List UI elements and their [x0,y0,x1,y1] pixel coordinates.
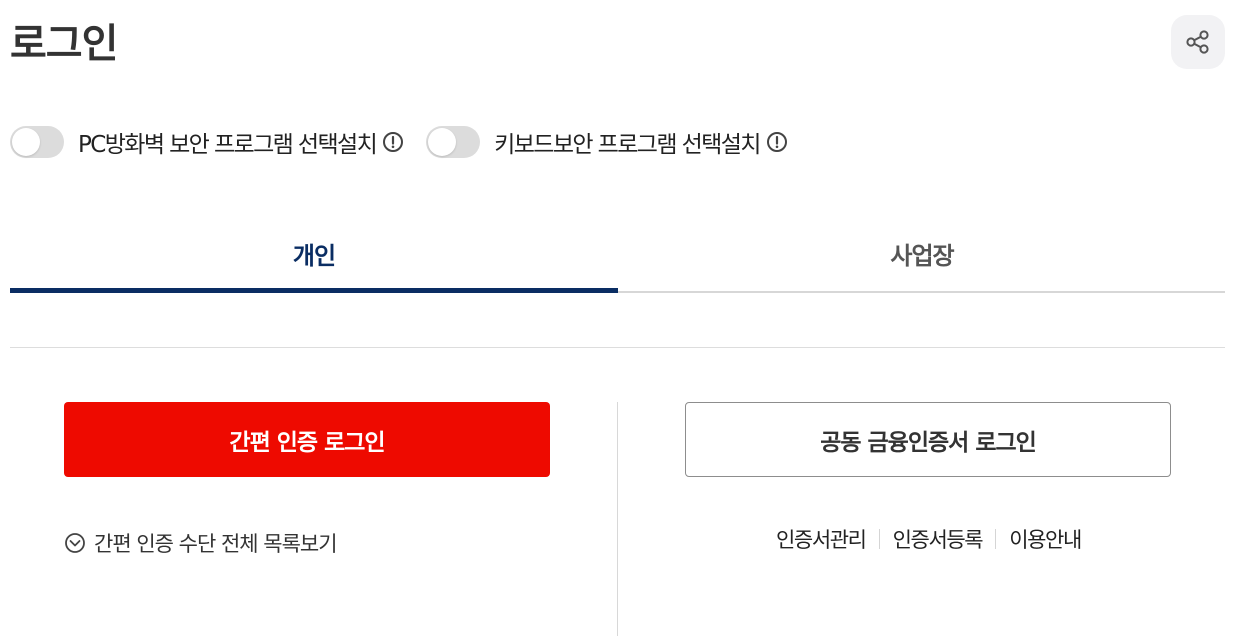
toggle-knob [12,128,40,156]
keyboard-security-group: 키보드보안 프로그램 선택설치 [426,125,788,159]
view-all-label: 간편 인증 수단 전체 목록보기 [94,532,338,556]
view-all-auth-methods-link[interactable]: 간편 인증 수단 전체 목록보기 [64,528,338,558]
share-button[interactable] [1171,15,1225,69]
simple-auth-login-button[interactable]: 간편 인증 로그인 [64,402,550,477]
keyboard-security-toggle[interactable] [426,126,481,158]
vertical-divider [617,402,618,636]
cert-register-link[interactable]: 인증서등록 [893,524,984,554]
tab-underline [618,291,1225,293]
page-title: 로그인 [10,21,118,67]
security-options: PC방화벽 보안 프로그램 선택설치 키보드보안 프로그램 선택설치 [10,124,788,160]
chevron-down-circle-icon [65,533,85,553]
firewall-label: PC방화벽 보안 프로그램 선택설치 [78,132,378,158]
toggle-knob [428,128,457,156]
login-type-tabs: 개인 사업장 [10,222,1225,294]
tab-business[interactable]: 사업장 [618,222,1226,294]
tab-personal[interactable]: 개인 [10,222,618,294]
active-tab-indicator [10,288,618,293]
separator [995,529,997,549]
certificate-links: 인증서관리 인증서등록 이용안내 [776,524,1082,554]
separator [878,529,880,549]
divider [10,347,1225,348]
usage-guide-link[interactable]: 이용안내 [1009,524,1082,554]
firewall-toggle[interactable] [10,126,64,158]
info-icon[interactable] [766,131,788,153]
certificate-login-button[interactable]: 공동 금융인증서 로그인 [685,402,1171,477]
cert-manage-link[interactable]: 인증서관리 [776,524,867,554]
share-icon [1186,30,1209,54]
info-icon[interactable] [382,131,404,153]
keyboard-security-label: 키보드보안 프로그램 선택설치 [494,132,761,158]
